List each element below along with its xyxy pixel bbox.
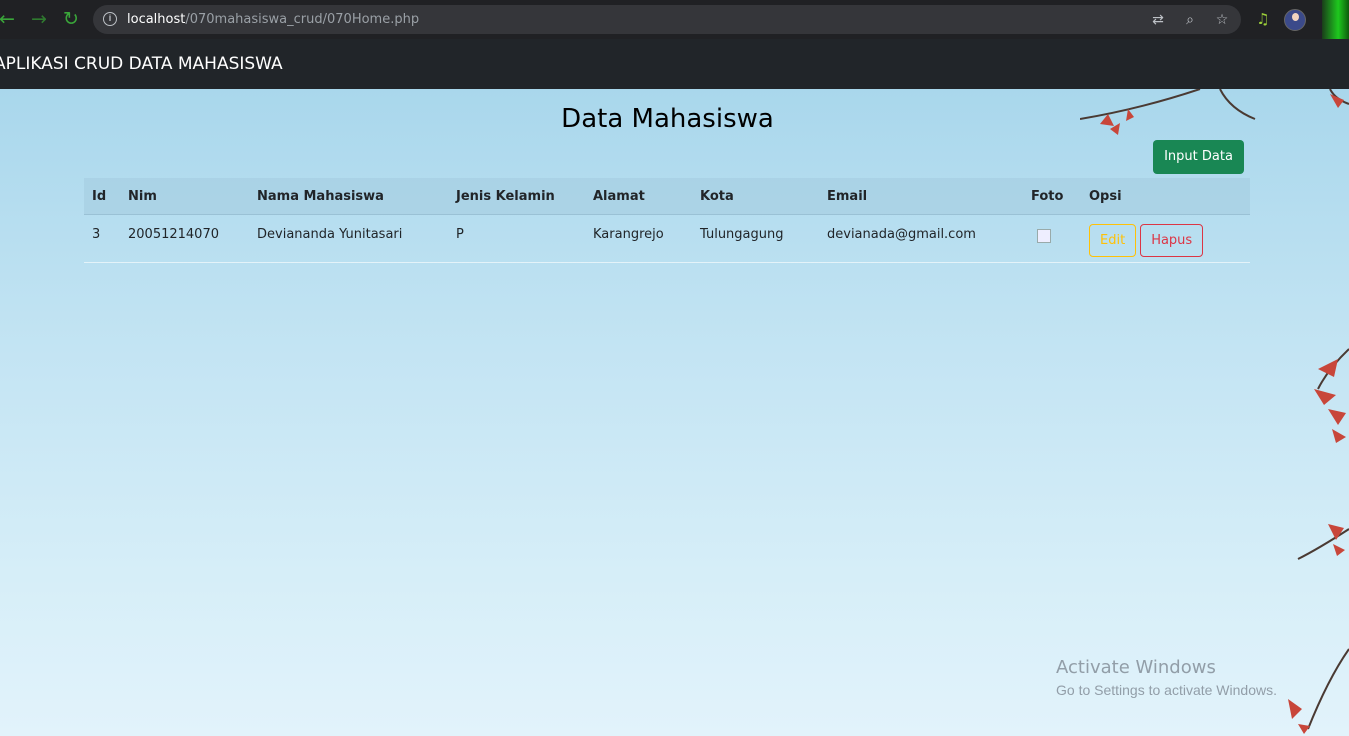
zoom-icon[interactable]: ⌕ xyxy=(1181,11,1199,29)
column-header-alamat: Alamat xyxy=(585,178,692,215)
branch-decoration-right xyxy=(1288,348,1349,734)
activate-windows-watermark: Activate Windows Go to Settings to activ… xyxy=(1056,657,1277,698)
back-arrow-icon[interactable]: ← xyxy=(0,8,18,30)
media-control-icon[interactable]: ♫ xyxy=(1253,9,1273,29)
column-header-email: Email xyxy=(819,178,1023,215)
column-header-foto: Foto xyxy=(1023,178,1081,215)
address-bar[interactable]: i localhost/070mahasiswa_crud/070Home.ph… xyxy=(93,5,1241,34)
bookmark-star-icon[interactable]: ☆ xyxy=(1213,11,1231,29)
translate-icon[interactable]: ⇄ xyxy=(1149,11,1167,29)
url-text[interactable]: localhost/070mahasiswa_crud/070Home.php xyxy=(127,12,419,27)
broken-image-icon xyxy=(1037,229,1051,243)
navbar-brand[interactable]: APLIKASI CRUD DATA MAHASISWA xyxy=(0,54,283,74)
table-header-row: Id Nim Nama Mahasiswa Jenis Kelamin Alam… xyxy=(84,178,1250,215)
page-title: Data Mahasiswa xyxy=(561,104,774,134)
watermark-subtitle: Go to Settings to activate Windows. xyxy=(1056,682,1277,698)
cell-nama: Deviananda Yunitasari xyxy=(249,214,448,263)
table-row: 3 20051214070 Deviananda Yunitasari P Ka… xyxy=(84,214,1250,263)
cell-email: devianada@gmail.com xyxy=(819,214,1023,263)
extension-glow xyxy=(1322,0,1349,39)
reload-icon[interactable]: ↻ xyxy=(60,8,82,30)
watermark-title: Activate Windows xyxy=(1056,657,1216,678)
cell-alamat: Karangrejo xyxy=(585,214,692,263)
cell-nim: 20051214070 xyxy=(120,214,249,263)
page-content: Data Mahasiswa Input Data Id Nim Nama Ma… xyxy=(0,89,1349,736)
cell-id: 3 xyxy=(84,214,120,263)
browser-toolbar: ← → ↻ i localhost/070mahasiswa_crud/070H… xyxy=(0,0,1349,39)
forward-arrow-icon[interactable]: → xyxy=(28,8,50,30)
cell-opsi: Edit Hapus xyxy=(1081,214,1250,263)
profile-avatar[interactable] xyxy=(1284,9,1306,31)
mahasiswa-table: Id Nim Nama Mahasiswa Jenis Kelamin Alam… xyxy=(84,178,1250,263)
column-header-opsi: Opsi xyxy=(1081,178,1250,215)
hapus-button[interactable]: Hapus xyxy=(1140,224,1204,257)
column-header-nim: Nim xyxy=(120,178,249,215)
column-header-kota: Kota xyxy=(692,178,819,215)
cell-kota: Tulungagung xyxy=(692,214,819,263)
column-header-jenis-kelamin: Jenis Kelamin xyxy=(448,178,585,215)
cell-foto xyxy=(1023,214,1081,263)
app-navbar: APLIKASI CRUD DATA MAHASISWA xyxy=(0,39,1349,89)
edit-button[interactable]: Edit xyxy=(1089,224,1137,257)
column-header-id: Id xyxy=(84,178,120,215)
cell-jenis-kelamin: P xyxy=(448,214,585,263)
column-header-nama: Nama Mahasiswa xyxy=(249,178,448,215)
info-icon[interactable]: i xyxy=(103,12,117,26)
input-data-button[interactable]: Input Data xyxy=(1153,140,1244,174)
